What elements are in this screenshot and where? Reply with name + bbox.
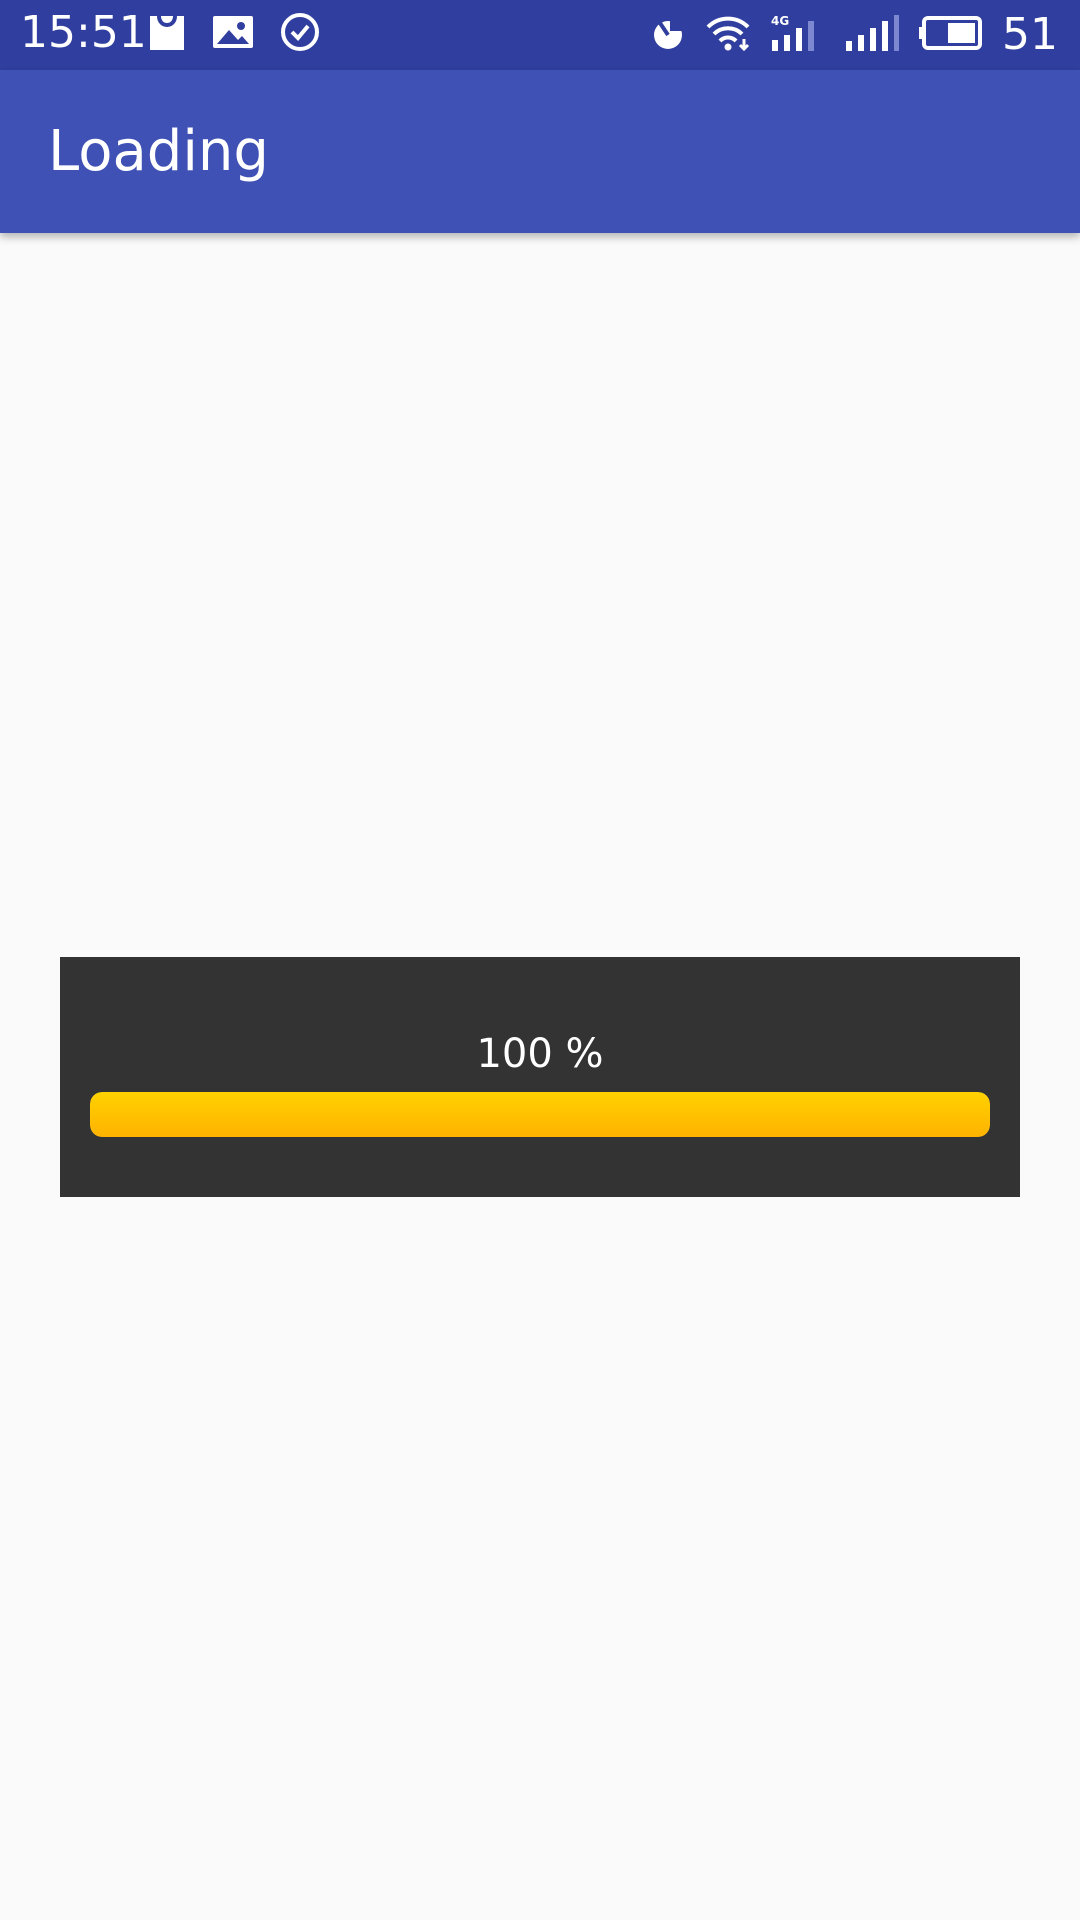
shopping-bag-icon xyxy=(148,12,186,57)
signal-icon xyxy=(844,13,900,58)
status-bar: 15:51 4G 51 xyxy=(0,0,1080,70)
status-time: 15:51 xyxy=(20,7,147,58)
signal-4g-icon: 4G xyxy=(770,13,826,58)
check-circle-icon xyxy=(280,12,320,57)
data-saver-icon xyxy=(650,15,686,56)
app-bar: Loading xyxy=(0,70,1080,233)
notification-icons xyxy=(148,12,320,57)
loading-dialog: 100 % xyxy=(60,957,1020,1197)
wifi-icon xyxy=(704,13,752,58)
progress-bar-fill xyxy=(90,1092,990,1137)
page-title: Loading xyxy=(48,119,269,184)
battery-icon xyxy=(918,15,984,56)
image-icon xyxy=(212,14,254,55)
progress-bar xyxy=(90,1092,990,1137)
system-status-icons: 4G 51 xyxy=(650,12,1058,58)
network-type-label: 4G xyxy=(771,14,789,28)
progress-percent-label: 100 % xyxy=(476,1031,604,1077)
battery-level: 51 xyxy=(1002,9,1058,60)
